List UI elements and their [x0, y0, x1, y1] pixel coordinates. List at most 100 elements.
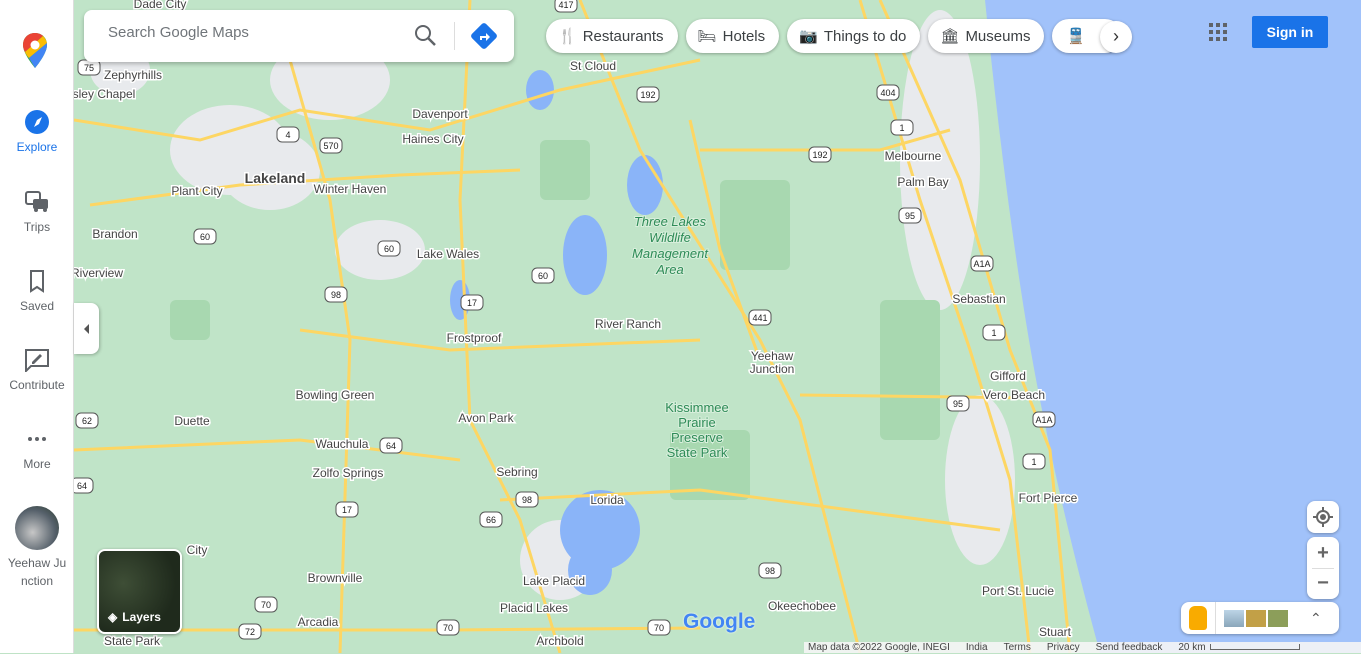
place-label: sley Chapel	[74, 87, 135, 101]
road-shield-label: 66	[486, 515, 496, 525]
bookmark-icon	[30, 270, 44, 293]
google-maps-logo[interactable]	[22, 32, 48, 70]
caret-left-icon	[84, 324, 89, 334]
road-shield-label: 98	[331, 290, 341, 300]
trips-icon	[25, 191, 48, 212]
road-shield-label: 64	[386, 441, 396, 451]
zoom-in-button[interactable]: +	[1317, 538, 1329, 568]
park-label: Wildlife	[649, 230, 691, 245]
search-box	[84, 10, 514, 62]
layers-button[interactable]: ◈ Layers	[97, 549, 182, 634]
park-label: Prairie	[678, 415, 716, 430]
road-shield-label: 441	[752, 313, 767, 323]
park-area	[880, 300, 940, 440]
place-label: Avon Park	[458, 411, 514, 425]
place-label: City	[187, 543, 208, 557]
terms-link[interactable]: Terms	[1004, 642, 1031, 653]
rail-item-explore[interactable]: Explore	[0, 110, 74, 154]
chip-label: Museums	[965, 27, 1031, 45]
place-label: Wauchula	[316, 437, 369, 451]
side-rail: Explore Trips Saved Contribute More Yeeh…	[0, 0, 74, 653]
road-shield-label: 404	[880, 88, 895, 98]
chip-label: Hotels	[722, 27, 766, 45]
layers-icon: ◈	[108, 610, 118, 624]
chip-hotels[interactable]: 🛏 Hotels	[685, 19, 780, 53]
directions-icon[interactable]	[470, 22, 498, 50]
place-label: Winter Haven	[314, 182, 387, 196]
place-label: Stuart	[1039, 625, 1072, 639]
rail-label: Trips	[23, 220, 51, 234]
search-input[interactable]	[108, 24, 398, 41]
place-label: Archbold	[536, 634, 583, 648]
road-shield-label: A1A	[973, 259, 990, 269]
rail-item-saved[interactable]: Saved	[0, 269, 74, 313]
rail-item-more[interactable]: More	[0, 427, 74, 471]
recent-place-label: Yeehaw Junction	[7, 556, 67, 588]
chip-museums[interactable]: 🏛 Museums	[928, 19, 1045, 53]
zoom-controls: + −	[1307, 537, 1339, 599]
chip-things-to-do[interactable]: 📷 Things to do	[787, 19, 921, 53]
search-icon[interactable]	[414, 24, 438, 48]
place-label: Brownville	[308, 571, 363, 585]
road-shield-label: 417	[558, 0, 573, 10]
imagery-thumbnail-biking[interactable]	[1268, 609, 1288, 627]
road-shield-label: 95	[905, 211, 915, 221]
place-label: Gifford	[990, 369, 1026, 383]
road-shield-label: 17	[467, 298, 477, 308]
scale-bar[interactable]: 20 km	[1178, 642, 1300, 653]
compass-icon	[25, 110, 49, 134]
place-label: Bowling Green	[296, 388, 375, 402]
transit-icon: 🚆	[1066, 28, 1086, 45]
recent-place[interactable]: Yeehaw Junction	[0, 506, 74, 590]
park-label: Management	[632, 246, 709, 261]
road-shield-label: 1	[1031, 457, 1036, 467]
imagery-thumbnail-satellite[interactable]	[1224, 609, 1244, 627]
privacy-link[interactable]: Privacy	[1047, 642, 1080, 653]
park-label: Preserve	[671, 430, 723, 445]
camera-icon: 📷	[799, 28, 818, 45]
park-area	[170, 300, 210, 340]
road-shield-label: 75	[84, 63, 94, 73]
place-label: Yeehaw	[751, 349, 794, 363]
place-label: Port St. Lucie	[982, 584, 1054, 598]
museum-icon: 🏛	[940, 28, 960, 45]
expand-chevron-icon[interactable]: ⌃	[1310, 610, 1322, 627]
road-shield-label: 17	[342, 505, 352, 515]
road-shield-label: 62	[82, 416, 92, 426]
apps-grid-icon[interactable]	[1209, 23, 1227, 41]
place-label: Vero Beach	[983, 388, 1045, 402]
street-view-panel: ⌃	[1181, 602, 1339, 634]
road-shield-label: 70	[443, 623, 453, 633]
send-feedback-link[interactable]: Send feedback	[1096, 642, 1163, 653]
imagery-thumbnail-terrain[interactable]	[1246, 609, 1266, 627]
place-label: Plant City	[171, 184, 222, 198]
collapse-panel-button[interactable]	[74, 303, 99, 354]
google-logo: Google	[683, 610, 756, 633]
pegman-icon[interactable]	[1189, 606, 1207, 630]
category-chips: 🍴 Restaurants 🛏 Hotels 📷 Things to do 🏛 Muse…	[546, 19, 1123, 53]
rail-item-trips[interactable]: Trips	[0, 190, 74, 234]
place-label: Sebastian	[952, 292, 1005, 306]
region-link[interactable]: India	[966, 642, 988, 653]
place-label: Haines City	[402, 132, 463, 146]
park-area	[540, 140, 590, 200]
road-shield-label: 95	[953, 399, 963, 409]
zoom-out-button[interactable]: −	[1317, 569, 1329, 599]
map-canvas[interactable]: Dade CityZephyrhillssley ChapelPlant Cit…	[74, 0, 1361, 653]
lake	[526, 70, 554, 110]
rail-item-contribute[interactable]: Contribute	[0, 348, 74, 392]
place-label: Placid Lakes	[500, 601, 568, 615]
sign-in-button[interactable]: Sign in	[1252, 16, 1328, 48]
place-label: Sebring	[496, 465, 537, 479]
chip-restaurants[interactable]: 🍴 Restaurants	[546, 19, 678, 53]
layers-label: Layers	[122, 610, 161, 624]
place-label: Lakeland	[245, 170, 306, 186]
my-location-button[interactable]	[1307, 501, 1339, 533]
road-shield-label: 60	[384, 244, 394, 254]
more-icon	[28, 437, 46, 441]
place-label: Arcadia	[298, 615, 339, 629]
chips-scroll-right-button[interactable]: ›	[1100, 21, 1132, 53]
place-label: River Ranch	[595, 317, 661, 331]
park-area	[720, 180, 790, 270]
my-location-icon	[1313, 507, 1333, 527]
